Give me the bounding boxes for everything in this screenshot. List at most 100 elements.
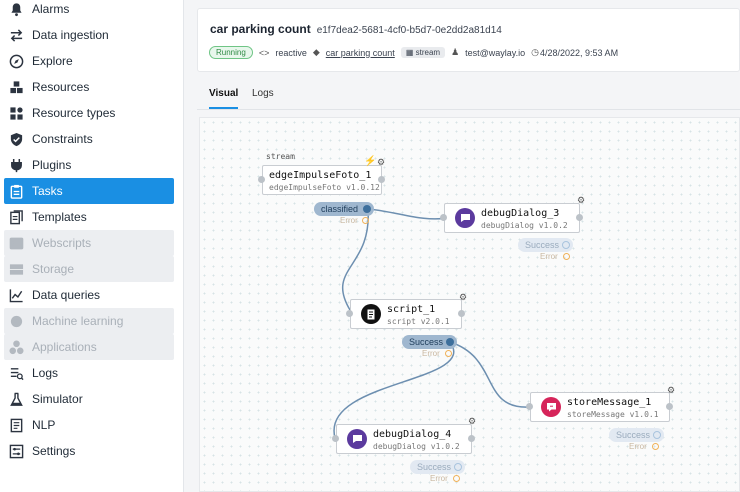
- task-header: car parking count e1f7dea2-5681-4cf0-b5d…: [197, 8, 740, 72]
- sidebar-item-applications[interactable]: Applications: [4, 334, 174, 360]
- output-label: classified: [321, 204, 359, 214]
- node-version: edgeImpulseFoto v1.0.12: [269, 183, 380, 192]
- node-debug-dialog-3[interactable]: debugDialog_3 debugDialog v1.0.2: [444, 203, 580, 233]
- edge-script-store: [449, 341, 531, 408]
- input-port[interactable]: [526, 403, 533, 410]
- apps-icon: [8, 339, 24, 355]
- node-version: debugDialog v1.0.2: [481, 221, 568, 230]
- output-label: Success: [616, 430, 651, 440]
- templates-icon: [8, 209, 24, 225]
- brain-icon: [8, 313, 24, 329]
- sidebar-item-data-queries[interactable]: Data queries: [4, 282, 174, 308]
- input-port[interactable]: [440, 214, 447, 221]
- script-icon: [361, 304, 381, 324]
- input-port[interactable]: [332, 435, 339, 442]
- output-port[interactable]: [468, 435, 475, 442]
- sidebar-item-storage[interactable]: Storage: [4, 256, 174, 282]
- bell-icon: [8, 1, 24, 17]
- sidebar-item-webscripts[interactable]: Webscripts: [4, 230, 174, 256]
- sidebar-item-constraints[interactable]: Constraints: [4, 126, 174, 152]
- arrows-exchange-icon: [8, 27, 24, 43]
- output-port[interactable]: [458, 310, 465, 317]
- sidebar-item-label: Alarms: [32, 2, 70, 16]
- gear-icon[interactable]: ⚙: [377, 157, 385, 168]
- gear-icon[interactable]: ⚙: [667, 385, 675, 396]
- sidebar-item-machine-learning[interactable]: Machine learning: [4, 308, 174, 334]
- tab-logs[interactable]: Logs: [252, 88, 274, 107]
- sidebar-item-logs[interactable]: Logs: [4, 360, 174, 386]
- settings-icon: [8, 443, 24, 459]
- logs-icon: [8, 365, 24, 381]
- gear-icon[interactable]: ⚙: [459, 292, 467, 303]
- gear-icon[interactable]: ⚙: [577, 195, 585, 206]
- grid-icon: ▦: [405, 48, 414, 57]
- node-version: storeMessage v1.0.1: [567, 410, 659, 419]
- input-port[interactable]: [258, 176, 265, 183]
- output-classified[interactable]: classified: [314, 202, 374, 216]
- output-success[interactable]: Success: [402, 335, 457, 349]
- chat-icon: [347, 429, 367, 449]
- output-dot: [454, 463, 462, 471]
- output-success[interactable]: Success: [518, 238, 573, 252]
- node-name: debugDialog_3: [481, 208, 560, 219]
- sidebar-item-label: Templates: [32, 210, 87, 224]
- node-version: script v2.0.1: [387, 317, 450, 326]
- task-user: test@waylay.io: [465, 47, 526, 58]
- error-dot[interactable]: [362, 217, 369, 224]
- sidebar-item-settings[interactable]: Settings: [4, 438, 174, 464]
- clock-icon: ◷: [531, 47, 539, 57]
- task-timestamp: 4/28/2022, 9:53 AM: [540, 47, 619, 58]
- node-name: storeMessage_1: [567, 397, 652, 408]
- sidebar-item-simulator[interactable]: Simulator: [4, 386, 174, 412]
- output-label: Success: [409, 337, 444, 347]
- task-type: reactive: [275, 47, 307, 58]
- template-link[interactable]: car parking count: [326, 48, 395, 58]
- node-edge-impulse[interactable]: edgeImpulseFoto_1 edgeImpulseFoto v1.0.1…: [262, 165, 382, 195]
- chart-icon: [8, 287, 24, 303]
- trigger-label: stream: [415, 48, 441, 57]
- storage-icon: [8, 261, 24, 277]
- error-dot[interactable]: [453, 475, 460, 482]
- sidebar-item-templates[interactable]: Templates: [4, 204, 174, 230]
- output-dot: [446, 338, 454, 346]
- flow-canvas[interactable]: stream edgeImpulseFoto_1 edgeImpulseFoto…: [199, 117, 740, 492]
- shield-check-icon: [8, 131, 24, 147]
- output-error: Error: [629, 442, 647, 451]
- error-dot[interactable]: [652, 443, 659, 450]
- output-port[interactable]: [666, 403, 673, 410]
- sidebar-item-data-ingestion[interactable]: Data ingestion: [4, 22, 174, 48]
- sidebar-item-explore[interactable]: Explore: [4, 48, 174, 74]
- sidebar-item-nlp[interactable]: NLP: [4, 412, 174, 438]
- status-badge: Running: [209, 46, 253, 59]
- input-port[interactable]: [346, 310, 353, 317]
- output-success[interactable]: Success: [410, 460, 465, 474]
- error-dot[interactable]: [445, 350, 452, 357]
- sidebar-item-tasks[interactable]: Tasks: [4, 178, 174, 204]
- sidebar-item-resource-types[interactable]: Resource types: [4, 100, 174, 126]
- sidebar-item-alarms[interactable]: Alarms: [4, 0, 174, 22]
- error-dot[interactable]: [563, 253, 570, 260]
- sidebar-item-resources[interactable]: Resources: [4, 74, 174, 100]
- node-script[interactable]: script_1 script v2.0.1: [350, 299, 462, 329]
- sidebar-item-plugins[interactable]: Plugins: [4, 152, 174, 178]
- output-success[interactable]: Success: [609, 428, 664, 442]
- tab-visual[interactable]: Visual: [209, 88, 239, 109]
- sidebar-item-label: Settings: [32, 444, 76, 458]
- node-version: debugDialog v1.0.2: [373, 442, 460, 451]
- node-name: debugDialog_4: [373, 429, 452, 440]
- gear-icon[interactable]: ⚙: [468, 416, 476, 427]
- sidebar-item-label: Constraints: [32, 132, 93, 146]
- node-store-message[interactable]: storeMessage_1 storeMessage v1.0.1: [530, 392, 670, 422]
- stream-label: stream: [266, 152, 295, 161]
- sidebar-item-label: Resource types: [32, 106, 116, 120]
- terminal-icon: [8, 235, 24, 251]
- output-port[interactable]: [576, 214, 583, 221]
- template-icon: ◆: [312, 47, 320, 57]
- output-error: Error: [422, 349, 440, 358]
- output-port[interactable]: [378, 176, 385, 183]
- sidebar-item-label: Storage: [32, 262, 75, 276]
- sidebar-item-label: Applications: [32, 340, 97, 354]
- node-debug-dialog-4[interactable]: debugDialog_4 debugDialog v1.0.2: [336, 424, 472, 454]
- tab-bar: Visual Logs: [197, 84, 740, 110]
- node-name: edgeImpulseFoto_1: [269, 170, 372, 181]
